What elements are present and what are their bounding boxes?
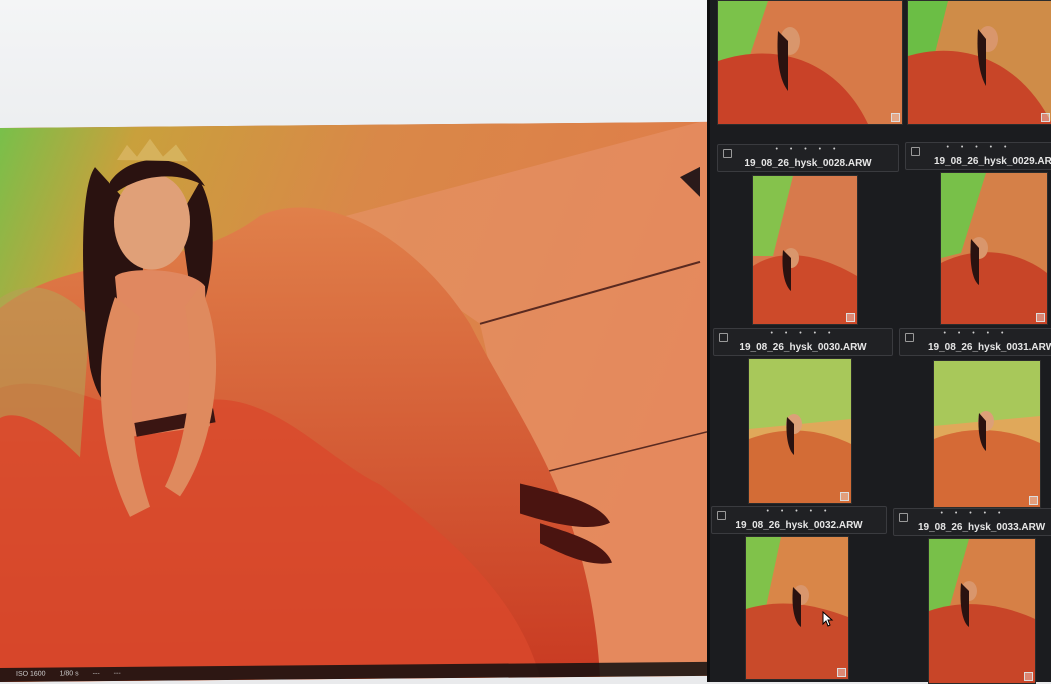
rating-stars[interactable]: • • • • • <box>894 510 1051 517</box>
iso-value: ISO 1600 <box>16 670 46 678</box>
viewer-background <box>0 0 715 140</box>
filename: 19_08_26_hysk_0032.ARW <box>735 520 863 531</box>
thumbnail-4[interactable] <box>748 358 852 504</box>
thumbnail-photo <box>749 359 851 503</box>
rating-stars[interactable]: • • • • • <box>714 330 892 337</box>
mouse-cursor-icon <box>822 611 834 627</box>
filename: 19_08_26_hysk_0033.ARW <box>918 522 1046 533</box>
thumbnail-3[interactable] <box>940 172 1048 325</box>
edit-badge-icon <box>837 668 846 677</box>
thumbnail-photo <box>718 1 902 124</box>
thumbnail-photo <box>929 539 1035 683</box>
thumbnail-label[interactable]: • • • • • 19_08_26_hysk_0030.ARW <box>713 328 893 356</box>
info-extra-2: --- <box>113 669 121 678</box>
edit-badge-icon <box>1024 672 1033 681</box>
edit-badge-icon <box>1036 313 1045 322</box>
thumbnail-2[interactable] <box>752 175 858 325</box>
rating-stars[interactable]: • • • • • <box>712 508 886 515</box>
thumbnail-7[interactable] <box>928 538 1036 684</box>
edit-badge-icon <box>846 313 855 322</box>
thumbnail-label[interactable]: • • • • • 19_08_26_hysk_0031.ARW <box>899 328 1051 356</box>
thumbnail-0[interactable] <box>717 0 903 125</box>
thumbnail-photo <box>908 1 1051 124</box>
thumbnail-1[interactable] <box>907 0 1051 125</box>
info-extra-1: --- <box>92 670 100 678</box>
filename: 19_08_26_hysk_0030.ARW <box>739 342 867 353</box>
thumbnail-label[interactable]: • • • • • 19_08_26_hysk_0033.ARW <box>893 508 1051 536</box>
thumbnail-label[interactable]: • • • • • 19_08_26_hysk_0029.ARW <box>905 142 1051 170</box>
edit-badge-icon <box>891 113 900 122</box>
filename: 19_08_26_hysk_0031.ARW <box>928 342 1051 353</box>
filename: 19_08_26_hysk_0028.ARW <box>744 158 872 169</box>
thumbnail-photo <box>934 361 1040 507</box>
edit-badge-icon <box>1041 113 1050 122</box>
thumbnail-photo <box>753 176 857 324</box>
rating-stars[interactable]: • • • • • <box>900 330 1051 337</box>
thumbnail-5[interactable] <box>933 360 1041 508</box>
thumbnail-label[interactable]: • • • • • 19_08_26_hysk_0028.ARW <box>717 144 899 172</box>
thumbnail-photo <box>746 537 848 679</box>
edit-badge-icon <box>840 492 849 501</box>
edit-badge-icon <box>1029 496 1038 505</box>
shutter-value: 1/80 s <box>59 670 79 678</box>
thumbnail-label[interactable]: • • • • • 19_08_26_hysk_0032.ARW <box>711 506 887 534</box>
rating-stars[interactable]: • • • • • <box>718 146 898 153</box>
main-preview-image[interactable]: ISO 1600 1/80 s --- --- <box>0 121 707 683</box>
thumbnail-6[interactable] <box>745 536 849 680</box>
rating-stars[interactable]: • • • • • <box>906 144 1051 151</box>
portrait-photo <box>0 121 707 682</box>
filename: 19_08_26_hysk_0029.ARW <box>934 156 1051 167</box>
thumbnail-photo <box>941 173 1047 324</box>
